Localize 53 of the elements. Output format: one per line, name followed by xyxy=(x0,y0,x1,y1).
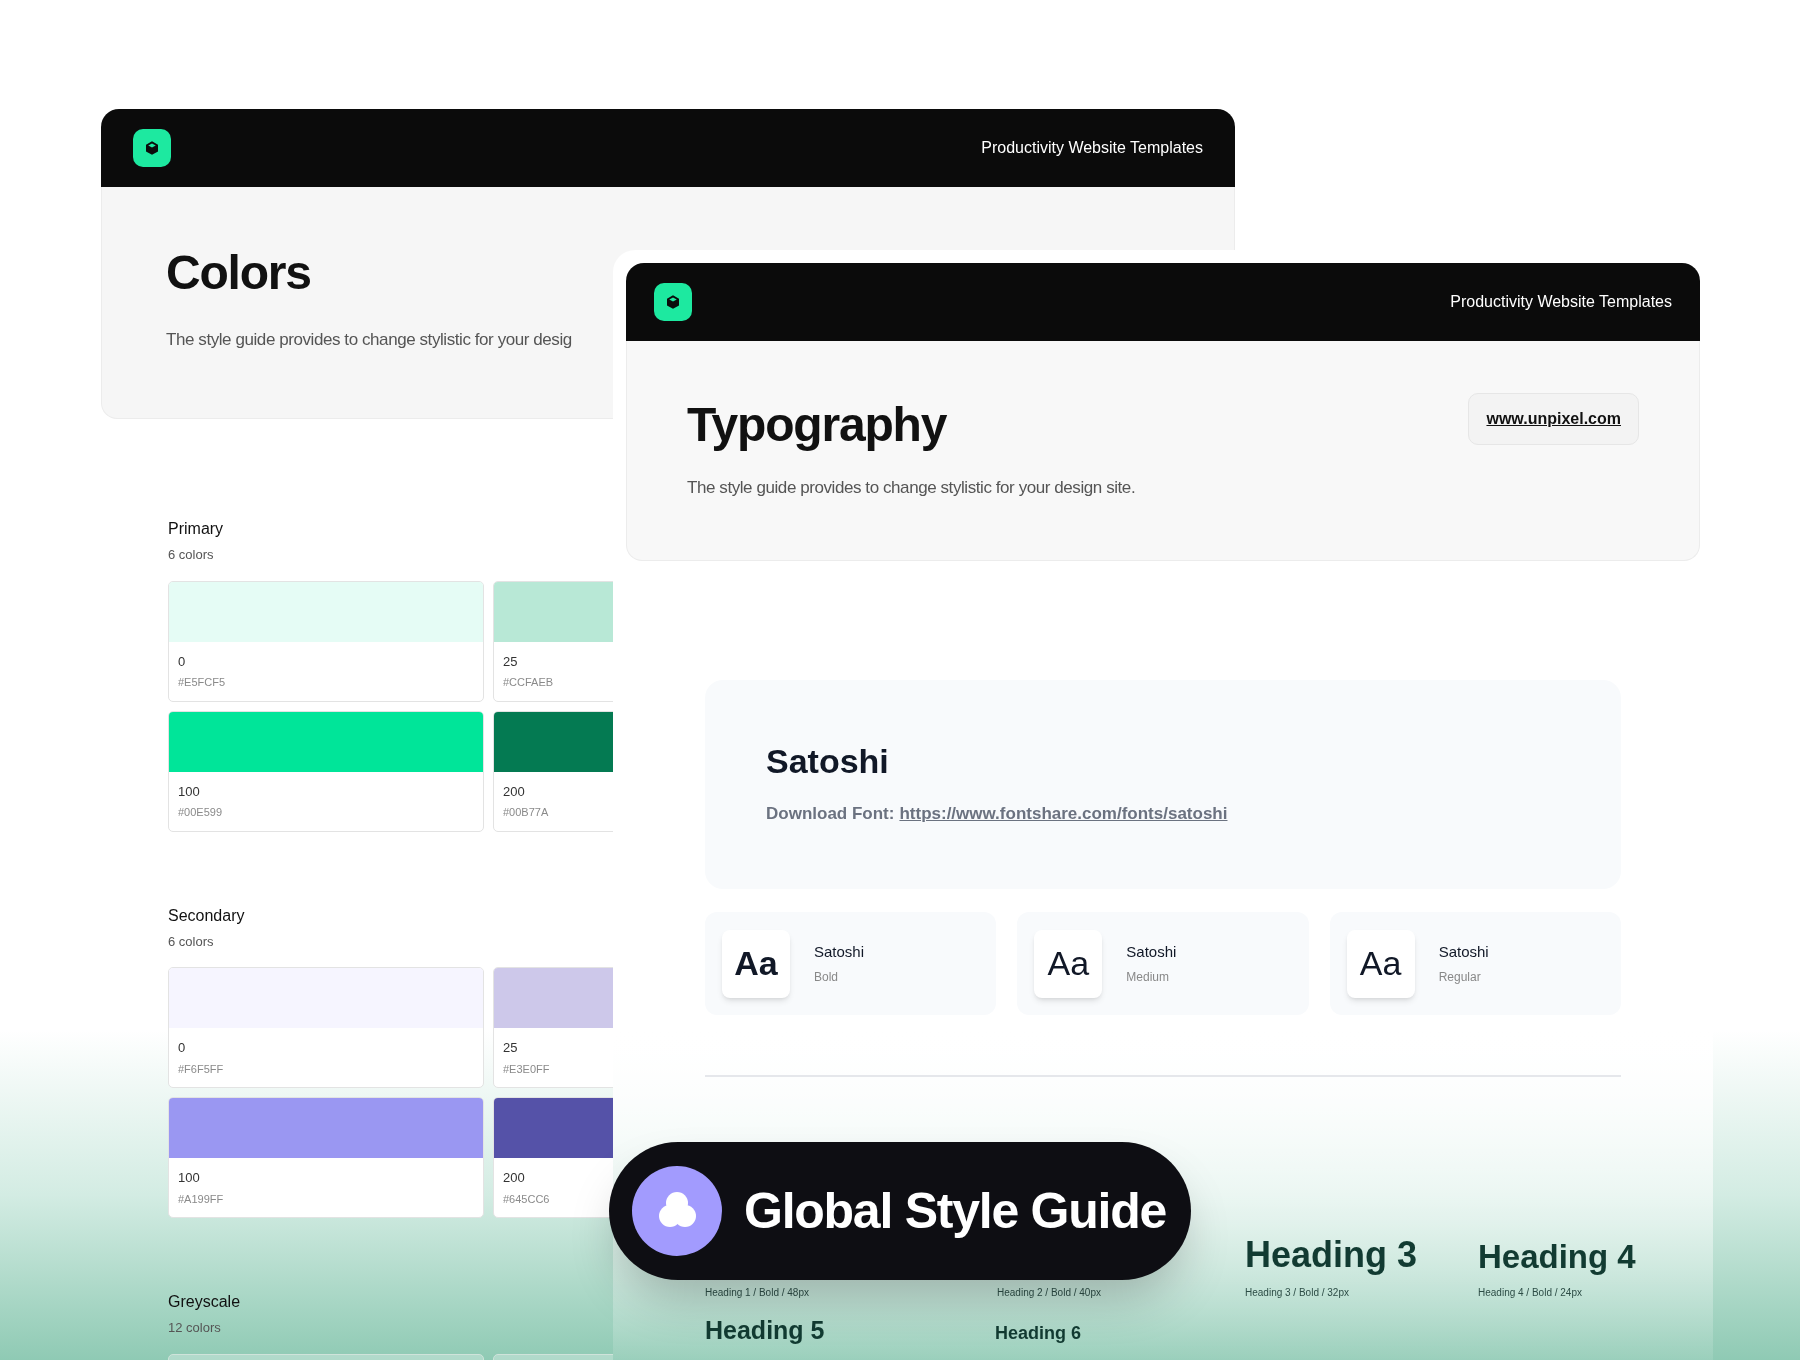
color-count: 6 colors xyxy=(168,932,215,951)
font-weight: Bold xyxy=(814,969,840,987)
heading-spec: Heading 1 / Bold / 48px xyxy=(705,1286,810,1300)
page-title: Colors xyxy=(166,249,312,297)
hex-code: #E3E0FF xyxy=(503,1061,551,1077)
hex-code: #E5FCF5 xyxy=(178,675,227,690)
download-link[interactable]: https://www.fontshare.com/fonts/satoshi xyxy=(899,801,1228,827)
page-title: Typography xyxy=(687,401,948,449)
font-family: Satoshi xyxy=(1438,941,1489,962)
download-label: Download Font: xyxy=(766,803,895,825)
palette-name: Primary xyxy=(168,519,225,539)
page-description: The style guide provides to change stylistic for your desig xyxy=(166,329,573,351)
website-link[interactable]: www.unpixel.com xyxy=(1468,393,1639,445)
shade-label: 200 xyxy=(503,782,526,801)
shade-label: 0 xyxy=(178,652,187,671)
heading-sample: Heading 3 xyxy=(1245,1237,1419,1273)
font-family: Satoshi xyxy=(1126,941,1177,962)
hex-code: #00E599 xyxy=(178,805,224,820)
font-family: Satoshi xyxy=(814,941,865,962)
font-weight: Regular xyxy=(1438,969,1482,987)
font-weight: Medium xyxy=(1126,969,1170,987)
header-title: Productivity Website Templates xyxy=(1450,292,1672,312)
font-sample: Aa xyxy=(722,929,790,998)
page-description: The style guide provides to change stylistic for your design site. xyxy=(687,477,1136,499)
heading-sample: Heading 6 xyxy=(995,1324,1082,1342)
hex-code: #00B77A xyxy=(503,805,550,820)
shade-label: 200 xyxy=(503,1169,526,1187)
circles-icon xyxy=(632,1166,722,1256)
shade-label: 25 xyxy=(503,1039,519,1057)
font-sample: Aa xyxy=(1034,929,1103,998)
heading-sample: Heading 5 xyxy=(705,1318,825,1343)
badge-title: Global Style Guide xyxy=(744,1181,1167,1241)
hex-code: #A199FF xyxy=(178,1191,225,1207)
shade-label: 25 xyxy=(503,652,519,671)
logo-icon xyxy=(654,283,692,321)
logo-icon xyxy=(133,129,171,167)
font-name: Satoshi xyxy=(766,741,890,782)
palette-name: Greyscale xyxy=(168,1292,242,1312)
palette-name: Secondary xyxy=(168,905,246,926)
hex-code: #CCFAEB xyxy=(503,675,555,690)
hex-code: #F6F5FF xyxy=(178,1061,225,1077)
color-count: 6 colors xyxy=(168,546,215,564)
hex-code: #645CC6 xyxy=(503,1191,551,1207)
color-count: 12 colors xyxy=(168,1319,222,1337)
shade-label: 100 xyxy=(178,1169,201,1187)
shade-label: 0 xyxy=(178,1039,187,1057)
shade-label: 100 xyxy=(178,782,201,801)
heading-spec: Heading 4 / Bold / 24px xyxy=(1478,1286,1583,1300)
heading-spec: Heading 2 / Bold / 40px xyxy=(997,1286,1102,1300)
heading-sample: Heading 4 xyxy=(1478,1240,1636,1273)
header-title: Productivity Website Templates xyxy=(981,138,1203,158)
heading-spec: Heading 3 / Bold / 32px xyxy=(1245,1286,1350,1300)
font-sample: Aa xyxy=(1346,929,1415,998)
